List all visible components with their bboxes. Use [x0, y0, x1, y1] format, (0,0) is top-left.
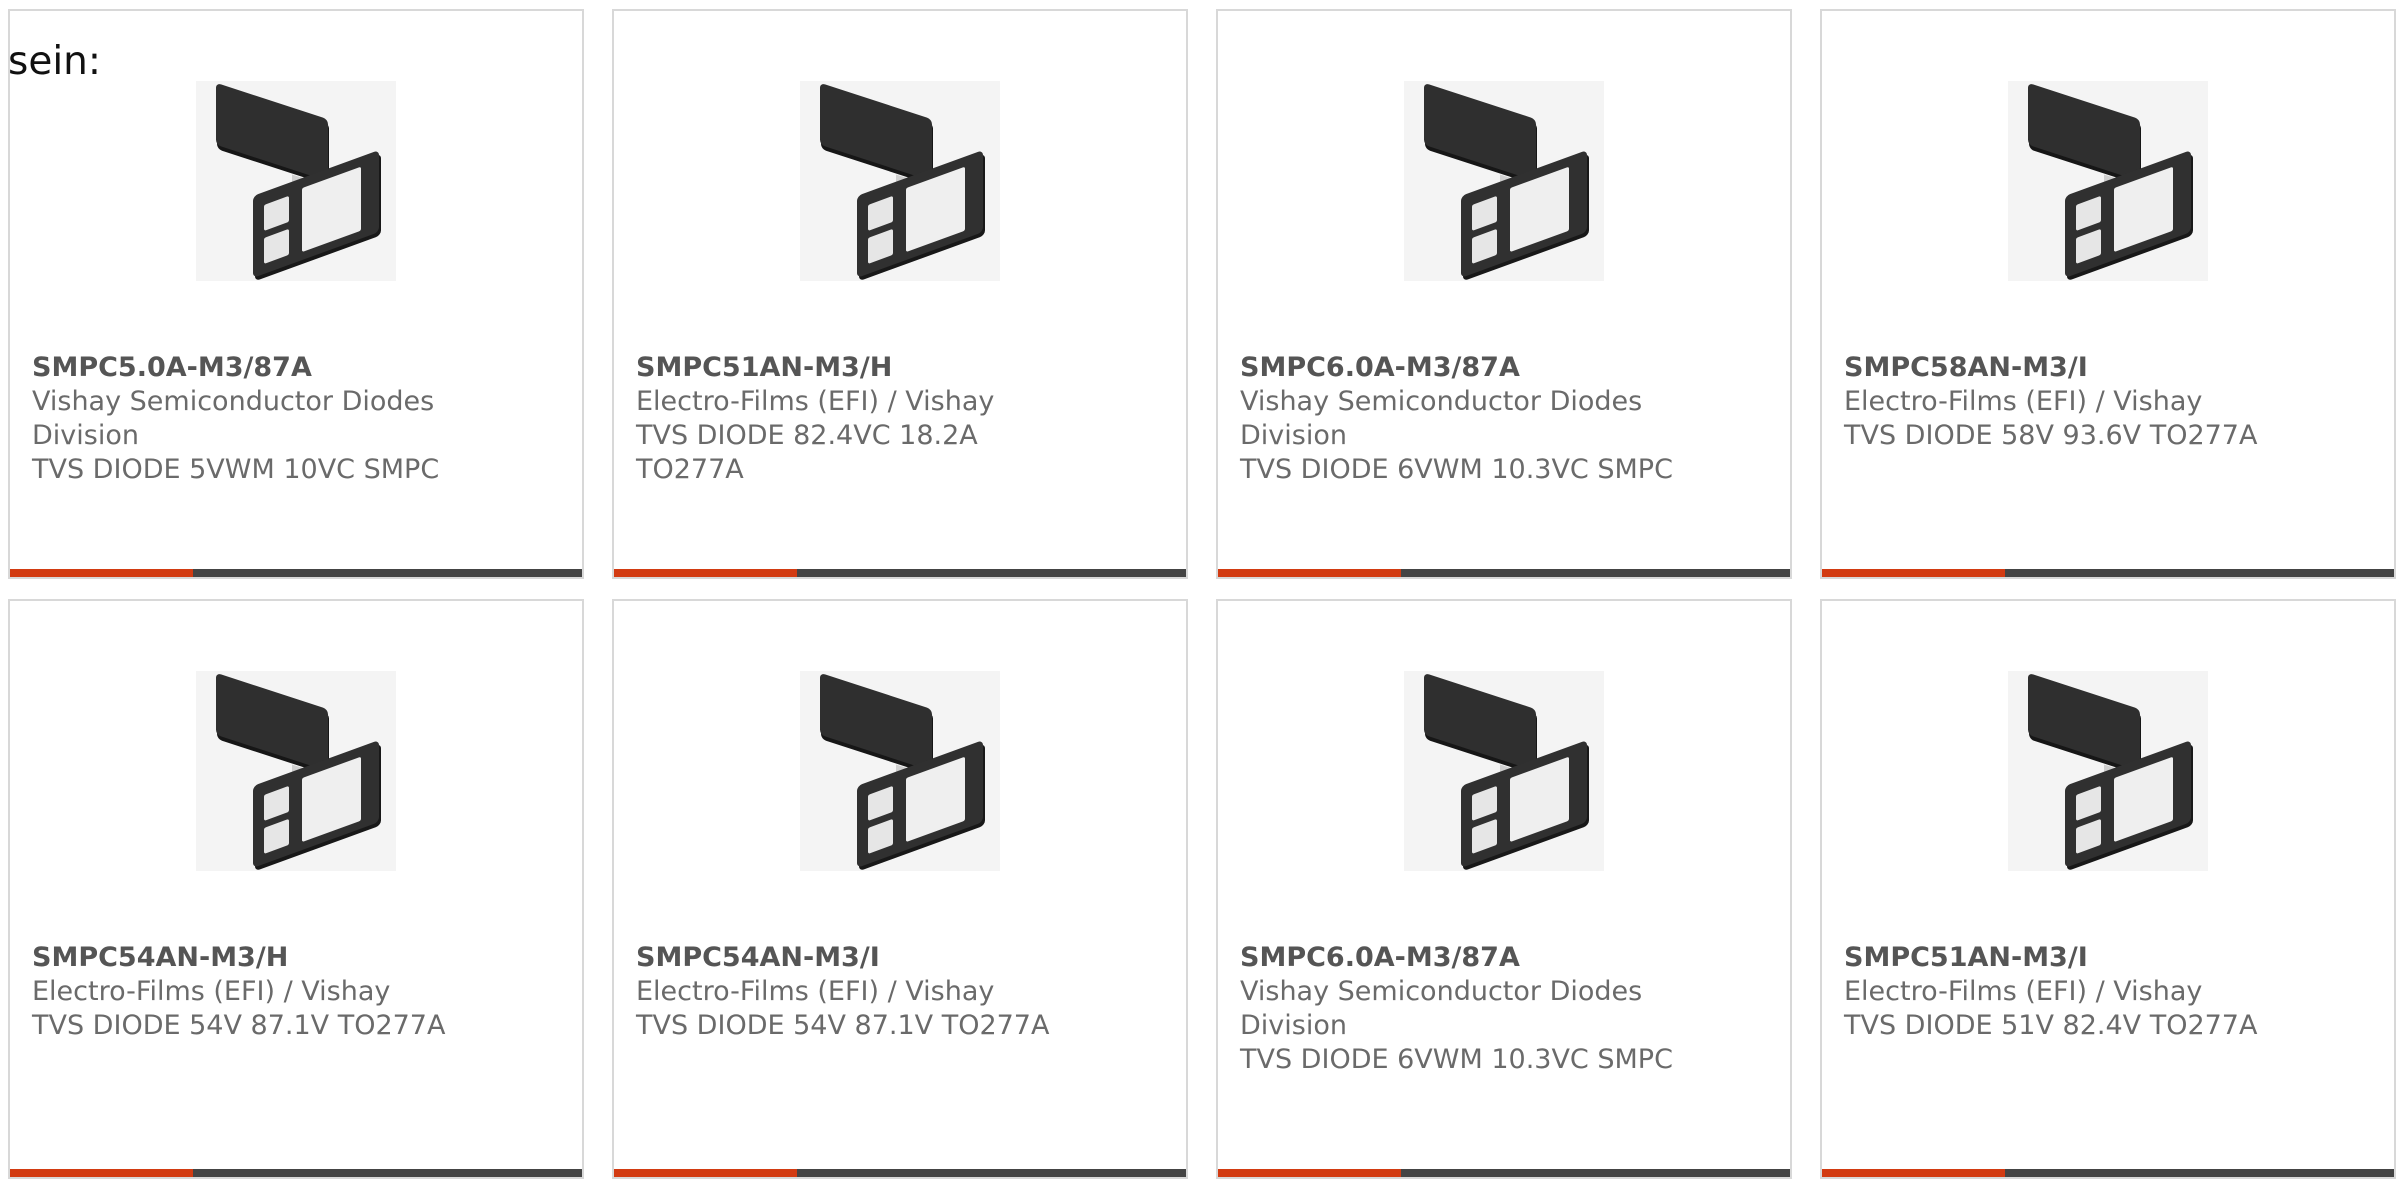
- card-accent-bar: [1822, 1169, 2394, 1177]
- product-line: Electro-Films (EFI) / Vishay: [1844, 386, 2203, 417]
- component-pad: [302, 756, 361, 843]
- product-card[interactable]: SMPC58AN-M3/I Electro-Films (EFI) / Vish…: [1820, 9, 2396, 579]
- part-number[interactable]: SMPC51AN-M3/I: [1844, 941, 2088, 974]
- product-card[interactable]: SMPC6.0A-M3/87A Vishay Semiconductor Dio…: [1216, 599, 1792, 1179]
- product-line: Electro-Films (EFI) / Vishay: [1844, 976, 2203, 1007]
- component-cover: [2028, 672, 2140, 772]
- accent-segment: [614, 569, 797, 577]
- component-lead: [2076, 785, 2101, 821]
- product-card[interactable]: SMPC51AN-M3/H Electro-Films (EFI) / Vish…: [612, 9, 1188, 579]
- component-lead: [1472, 785, 1497, 821]
- product-image[interactable]: [196, 81, 396, 281]
- component-lead: [2076, 818, 2101, 854]
- product-line: Division: [1240, 420, 1347, 451]
- product-grid: SMPC5.0A-M3/87A Vishay Semiconductor Dio…: [0, 0, 2400, 1179]
- part-number[interactable]: SMPC5.0A-M3/87A: [32, 351, 312, 384]
- product-card[interactable]: SMPC51AN-M3/I Electro-Films (EFI) / Vish…: [1820, 599, 2396, 1179]
- product-line: Vishay Semiconductor Diodes: [32, 386, 435, 417]
- product-line: Electro-Films (EFI) / Vishay: [636, 976, 995, 1007]
- product-line: TVS DIODE 54V 87.1V TO277A: [636, 1010, 1050, 1041]
- accent-segment: [1218, 1169, 1401, 1177]
- component-pad: [906, 166, 965, 253]
- product-line: TVS DIODE 51V 82.4V TO277A: [1844, 1010, 2258, 1041]
- product-image[interactable]: [1404, 671, 1604, 871]
- part-number[interactable]: SMPC54AN-M3/I: [636, 941, 880, 974]
- product-line: TO277A: [636, 454, 744, 485]
- component-cover: [1424, 82, 1536, 182]
- part-number[interactable]: SMPC51AN-M3/H: [636, 351, 892, 384]
- product-line: Division: [1240, 1010, 1347, 1041]
- component-cover: [820, 82, 932, 182]
- component-cover: [216, 672, 328, 772]
- card-accent-bar: [1218, 1169, 1790, 1177]
- accent-segment: [10, 569, 193, 577]
- product-image[interactable]: [800, 81, 1000, 281]
- product-card[interactable]: SMPC54AN-M3/H Electro-Films (EFI) / Vish…: [8, 599, 584, 1179]
- part-number[interactable]: SMPC58AN-M3/I: [1844, 351, 2088, 384]
- part-number[interactable]: SMPC6.0A-M3/87A: [1240, 351, 1520, 384]
- component-lead: [264, 228, 289, 264]
- component-lead: [1472, 818, 1497, 854]
- accent-segment: [10, 1169, 193, 1177]
- product-line: TVS DIODE 6VWM 10.3VC SMPC: [1240, 454, 1673, 485]
- product-line: Electro-Films (EFI) / Vishay: [636, 386, 995, 417]
- component-lead: [868, 228, 893, 264]
- card-accent-bar: [1218, 569, 1790, 577]
- product-image[interactable]: [196, 671, 396, 871]
- component-lead: [868, 785, 893, 821]
- product-line: TVS DIODE 82.4VC 18.2A: [636, 420, 978, 451]
- product-line: TVS DIODE 54V 87.1V TO277A: [32, 1010, 446, 1041]
- accent-segment: [1822, 1169, 2005, 1177]
- component-lead: [868, 195, 893, 231]
- component-lead: [2076, 195, 2101, 231]
- accent-segment: [614, 1169, 797, 1177]
- component-pad: [906, 756, 965, 843]
- product-card[interactable]: SMPC5.0A-M3/87A Vishay Semiconductor Dio…: [8, 9, 584, 579]
- component-cover: [820, 672, 932, 772]
- product-image[interactable]: [800, 671, 1000, 871]
- card-accent-bar: [10, 569, 582, 577]
- product-line: Electro-Films (EFI) / Vishay: [32, 976, 391, 1007]
- product-image[interactable]: [2008, 81, 2208, 281]
- component-lead: [2076, 228, 2101, 264]
- card-accent-bar: [1822, 569, 2394, 577]
- component-pad: [2114, 166, 2173, 253]
- product-line: TVS DIODE 6VWM 10.3VC SMPC: [1240, 1044, 1673, 1075]
- accent-segment: [1218, 569, 1401, 577]
- component-pad: [302, 166, 361, 253]
- product-image[interactable]: [1404, 81, 1604, 281]
- component-cover: [2028, 82, 2140, 182]
- part-number[interactable]: SMPC54AN-M3/H: [32, 941, 288, 974]
- card-accent-bar: [614, 569, 1186, 577]
- component-lead: [264, 195, 289, 231]
- product-image[interactable]: [2008, 671, 2208, 871]
- product-line: TVS DIODE 5VWM 10VC SMPC: [32, 454, 440, 485]
- product-card[interactable]: SMPC54AN-M3/I Electro-Films (EFI) / Vish…: [612, 599, 1188, 1179]
- product-line: Vishay Semiconductor Diodes: [1240, 976, 1643, 1007]
- product-line: TVS DIODE 58V 93.6V TO277A: [1844, 420, 2258, 451]
- component-lead: [868, 818, 893, 854]
- component-cover: [216, 82, 328, 182]
- product-line: Division: [32, 420, 139, 451]
- card-accent-bar: [10, 1169, 582, 1177]
- accent-segment: [1822, 569, 2005, 577]
- component-pad: [2114, 756, 2173, 843]
- product-line: Vishay Semiconductor Diodes: [1240, 386, 1643, 417]
- card-accent-bar: [614, 1169, 1186, 1177]
- component-lead: [1472, 195, 1497, 231]
- part-number[interactable]: SMPC6.0A-M3/87A: [1240, 941, 1520, 974]
- component-lead: [1472, 228, 1497, 264]
- intro-text: sein:: [8, 39, 102, 84]
- product-card[interactable]: SMPC6.0A-M3/87A Vishay Semiconductor Dio…: [1216, 9, 1792, 579]
- component-lead: [264, 818, 289, 854]
- component-pad: [1510, 756, 1569, 843]
- component-cover: [1424, 672, 1536, 772]
- component-lead: [264, 785, 289, 821]
- component-pad: [1510, 166, 1569, 253]
